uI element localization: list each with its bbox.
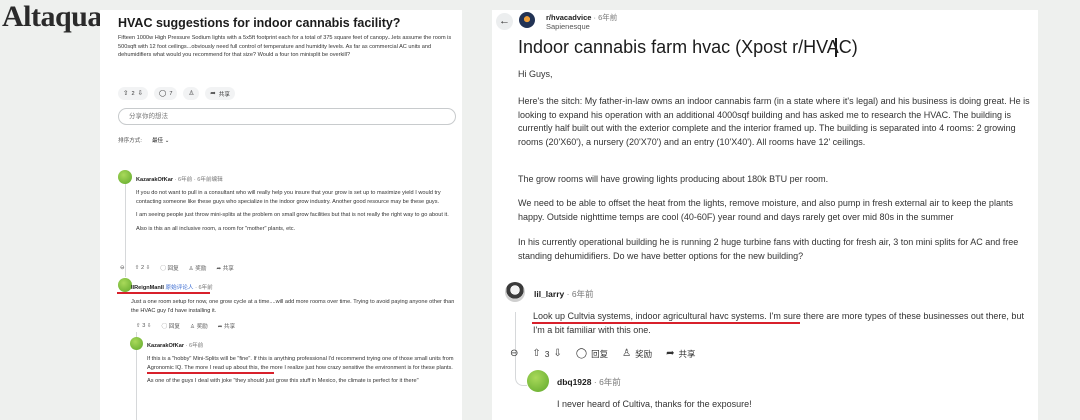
- text-cursor: [835, 38, 837, 57]
- vote-control[interactable]: ⇧ 3 ⇩: [532, 348, 562, 360]
- comment-input[interactable]: 分享你的想法: [118, 108, 456, 125]
- comment-paragraph: I am seeing people just throw mini-split…: [136, 212, 449, 219]
- comment-author[interactable]: IIReignManII: [131, 285, 164, 291]
- comments-button[interactable]: ◯ 7: [154, 87, 178, 100]
- comment-author[interactable]: KazarakOfKar: [136, 177, 173, 183]
- award-icon: ♙: [622, 348, 632, 359]
- vote-control[interactable]: ⇧ 2 ⇩: [118, 87, 149, 100]
- post-paragraph: The grow rooms will have growing lights …: [518, 174, 829, 184]
- comment-body: If you do not want to pull in a consulta…: [136, 189, 456, 233]
- highlight-underline: [147, 372, 274, 374]
- chevron-down-icon: ⌄: [164, 138, 170, 144]
- reply-button[interactable]: ◯ 回复: [576, 348, 608, 360]
- avatar[interactable]: [527, 370, 549, 392]
- comment-meta: · 6年前: [185, 343, 204, 349]
- thread-line[interactable]: [515, 312, 516, 374]
- comment-action-bar: ⊖ ⇧ 3 ⇩ ◯ 回复 ♙ 奖励 ➦ 共享: [510, 348, 696, 360]
- thread-connector: [515, 374, 527, 386]
- comment-author[interactable]: KazarakOfKar: [147, 343, 184, 349]
- comment-author[interactable]: dbq1928: [557, 377, 592, 387]
- downvote-icon[interactable]: ⇩: [138, 90, 143, 97]
- upvote-icon: ⇧: [532, 348, 541, 359]
- avatar[interactable]: [118, 278, 132, 292]
- comment-paragraph: If this is a "hobby" Mini-Splits will be…: [147, 356, 454, 371]
- comment-meta: · 6年前: [593, 377, 621, 387]
- post-body: Fifteen 1000w High Pressure Sodium light…: [118, 35, 452, 59]
- avatar[interactable]: [505, 282, 525, 302]
- award-button[interactable]: ♙ 奖励: [189, 264, 207, 272]
- downvote-icon: ⇩: [553, 348, 562, 359]
- comment-header: KazarakOfKar · 6年前 · 6年前编辑: [136, 175, 223, 183]
- post-title: HVAC suggestions for indoor cannabis fac…: [118, 16, 401, 30]
- comment-meta: · 6年前 · 6年前编辑: [174, 177, 223, 183]
- comment-header: IIReignManII 原始评论人 · 6年前: [131, 283, 213, 291]
- share-button[interactable]: ➦ 共享: [216, 264, 233, 272]
- comment-body: Look up Cultvia systems, indoor agricult…: [533, 311, 1024, 335]
- brand-logo: Altaqua: [2, 0, 102, 33]
- thread-line[interactable]: [125, 182, 126, 277]
- share-button[interactable]: ➦ 共享: [666, 348, 695, 360]
- reply-button[interactable]: ◯ 回复: [160, 264, 178, 272]
- comment-meta: · 6年前: [566, 289, 594, 299]
- comment-icon: ◯: [159, 90, 167, 97]
- award-button[interactable]: ♙: [183, 87, 200, 100]
- comment-header: KazarakOfKar · 6年前: [147, 341, 203, 349]
- op-flair: 原始评论人: [165, 285, 194, 291]
- share-button[interactable]: ➦ 共享: [205, 87, 235, 100]
- comment-paragraph: Also is this an all inclusive room, a ro…: [136, 225, 296, 232]
- share-label: 共享: [218, 91, 230, 98]
- left-post-panel: HVAC suggestions for indoor cannabis fac…: [100, 10, 462, 420]
- subreddit-icon[interactable]: [519, 12, 535, 28]
- post-title: Indoor cannabis farm hvac (Xpost r/HVAC): [518, 37, 858, 57]
- comment-action-bar: ⇧ 3 ⇩ ◯ 回复 ♙ 奖励 ➦ 共享: [136, 322, 235, 330]
- avatar[interactable]: [118, 170, 132, 184]
- vote-count: 2: [131, 90, 135, 97]
- post-paragraph: We need to be able to offset the heat fr…: [518, 198, 1013, 222]
- comment-paragraph: As one of the guys I deal with joke "the…: [147, 378, 419, 385]
- comment-paragraph: If you do not want to pull in a consulta…: [136, 190, 441, 205]
- comment-body: If this is a "hobby" Mini-Splits will be…: [147, 355, 456, 386]
- share-button[interactable]: ➦ 共享: [218, 322, 235, 330]
- vote-control[interactable]: ⇧ 3 ⇩: [136, 323, 152, 329]
- reply-button[interactable]: ◯ 回复: [162, 322, 180, 330]
- post-author[interactable]: Sapienesque: [546, 22, 590, 31]
- comment-author[interactable]: lil_larry: [534, 289, 564, 299]
- highlight-underline: [117, 292, 210, 294]
- comment-body: Just a one room setup for now, one grow …: [131, 299, 455, 314]
- collapse-icon[interactable]: ⊖: [510, 349, 518, 359]
- comment-header: lil_larry · 6年前: [534, 288, 594, 300]
- collapse-icon[interactable]: ⊖: [120, 265, 125, 271]
- sort-label: 排序方式:: [118, 138, 142, 144]
- award-button[interactable]: ♙ 奖励: [622, 348, 652, 360]
- arrow-left-icon: ←: [499, 15, 510, 27]
- vote-control[interactable]: ⇧ 2 ⇩: [135, 265, 151, 271]
- highlight-underline: [532, 322, 800, 324]
- share-icon: ➦: [666, 348, 675, 359]
- sort-selector[interactable]: 排序方式: 最佳 ⌄: [118, 136, 169, 144]
- award-button[interactable]: ♙ 奖励: [190, 322, 208, 330]
- comment-meta: · 6年前: [195, 285, 213, 291]
- back-button[interactable]: ←: [496, 13, 513, 30]
- post-paragraph: Here's the sitch: My father-in-law owns …: [518, 96, 1030, 147]
- comment-icon: ◯: [575, 348, 588, 359]
- post-action-bar: ⇧ 2 ⇩ ◯ 7 ♙ ➦ 共享: [118, 87, 235, 101]
- comment-header: dbq1928 · 6年前: [557, 376, 621, 388]
- upvote-icon[interactable]: ⇧: [123, 90, 128, 97]
- avatar[interactable]: [130, 337, 143, 350]
- share-icon: ➦: [210, 90, 216, 97]
- post-time: · 6年前: [593, 13, 618, 22]
- post-paragraph: In his currently operational building he…: [518, 237, 1019, 261]
- award-icon: ♙: [188, 90, 195, 97]
- comment-body: I never heard of Cultiva, thanks for the…: [557, 399, 752, 409]
- comment-count: 7: [169, 90, 173, 97]
- comment-action-bar: ⊖ ⇧ 2 ⇩ ◯ 回复 ♙ 奖励 ➦ 共享: [120, 264, 234, 272]
- post-paragraph: Hi Guys,: [518, 69, 553, 79]
- sort-value[interactable]: 最佳 ⌄: [152, 136, 169, 144]
- right-post-panel: ← r/hvacadvice · 6年前 Sapienesque Indoor …: [492, 10, 1038, 420]
